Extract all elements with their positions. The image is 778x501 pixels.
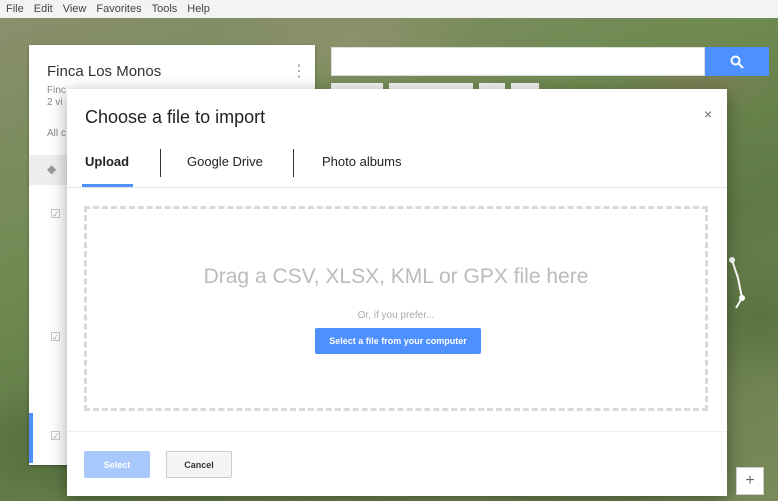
menu-tools[interactable]: Tools bbox=[152, 3, 178, 15]
dialog-footer-divider bbox=[67, 431, 727, 432]
layer-checkbox[interactable]: ☑ bbox=[50, 207, 61, 221]
select-button[interactable]: Select bbox=[84, 451, 150, 478]
menu-bar: File Edit View Favorites Tools Help bbox=[0, 0, 778, 18]
drop-zone-text: Drag a CSV, XLSX, KML or GPX file here bbox=[203, 265, 589, 288]
search-icon bbox=[730, 55, 744, 69]
layer-checkbox[interactable]: ☑ bbox=[50, 429, 61, 443]
tab-divider bbox=[293, 149, 294, 177]
dialog-title: Choose a file to import bbox=[85, 107, 266, 127]
import-source-tabs: Upload Google Drive Photo albums bbox=[67, 147, 727, 188]
select-file-from-computer-button[interactable]: Select a file from your computer bbox=[315, 328, 481, 354]
all-changes-label: All c bbox=[47, 128, 66, 139]
file-drop-zone[interactable]: Drag a CSV, XLSX, KML or GPX file here O… bbox=[84, 206, 708, 411]
cancel-button[interactable]: Cancel bbox=[166, 451, 232, 478]
active-tab-indicator bbox=[82, 184, 133, 187]
import-file-dialog: Choose a file to import × Upload Google … bbox=[67, 89, 727, 496]
more-options-icon[interactable]: ⋮ bbox=[291, 61, 307, 81]
active-layer-indicator bbox=[29, 413, 33, 463]
search-button[interactable] bbox=[705, 47, 769, 76]
map-view-count: 2 vi bbox=[47, 97, 63, 108]
tab-upload[interactable]: Upload bbox=[85, 154, 129, 169]
zoom-in-button[interactable]: + bbox=[736, 467, 764, 495]
map-title[interactable]: Finca Los Monos bbox=[47, 63, 161, 80]
menu-file[interactable]: File bbox=[6, 3, 24, 15]
close-icon[interactable]: × bbox=[704, 106, 712, 122]
tab-divider bbox=[160, 149, 161, 177]
map-route-line bbox=[729, 257, 745, 309]
search-input[interactable] bbox=[331, 47, 705, 76]
layers-icon: ◆ bbox=[47, 162, 57, 176]
menu-favorites[interactable]: Favorites bbox=[96, 3, 141, 15]
drop-zone-alternative-text: Or, if you prefer... bbox=[357, 310, 435, 321]
map-description: Finc bbox=[47, 85, 66, 96]
menu-help[interactable]: Help bbox=[187, 3, 210, 15]
layer-checkbox[interactable]: ☑ bbox=[50, 330, 61, 344]
tab-google-drive[interactable]: Google Drive bbox=[187, 154, 263, 169]
menu-edit[interactable]: Edit bbox=[34, 3, 53, 15]
tab-photo-albums[interactable]: Photo albums bbox=[322, 154, 402, 169]
menu-view[interactable]: View bbox=[63, 3, 87, 15]
